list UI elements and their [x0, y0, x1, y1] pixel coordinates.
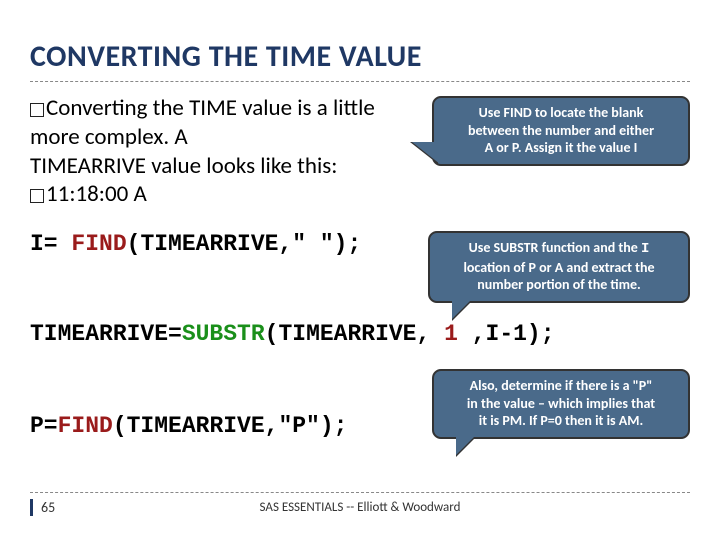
code-row-3: P=FIND(TIMEARRIVE,"P"); Also, determine … [30, 355, 690, 439]
code2-seg-c: (TIMEARRIVE, [265, 321, 444, 347]
callout2-line1b: I [641, 241, 649, 257]
callout-substr: Use SUBSTR function and the I location o… [428, 231, 690, 303]
slide-title: CONVERTING THE TIME VALUE [30, 38, 690, 75]
code3-seg-b: FIND [58, 413, 113, 439]
footer-divider [30, 492, 690, 493]
footer-credit: SAS ESSENTIALS -- Elliott & Woodward [190, 500, 530, 515]
callout2-line1a: Use SUBSTR function and the [469, 239, 641, 256]
code3-seg-a: P= [30, 413, 58, 439]
code1-seg-b: FIND [71, 231, 126, 257]
callout1-line3: A or P. Assign it the value I [485, 139, 638, 156]
intro-line1b: TIMEARRIVE value looks like this: [30, 152, 337, 180]
callout-find-p: Also, determine if there is a "P" in the… [432, 369, 690, 439]
code-row-1: I= FIND(TIMEARRIVE," "); Use SUBSTR func… [30, 231, 690, 303]
callout-tail-icon [456, 435, 476, 455]
code1-seg-a: I= [30, 231, 71, 257]
bullet-icon [30, 103, 44, 117]
footer: 65 SAS ESSENTIALS -- Elliott & Woodward [30, 492, 690, 516]
code2-seg-a: TIMEARRIVE= [30, 321, 182, 347]
intro-line2: 11:18:00 A [46, 180, 147, 208]
page-number: 65 [30, 499, 190, 516]
callout-find-blank: Use FIND to locate the blank between the… [432, 96, 690, 166]
callout1-line2: between the number and either [468, 122, 654, 139]
callout3-line2: in the value – which implies that [467, 395, 655, 412]
code3-seg-c: (TIMEARRIVE,"P"); [113, 413, 348, 439]
code2-seg-b: SUBSTR [182, 321, 265, 347]
code2-seg-d: 1 [444, 321, 458, 347]
intro-paragraph-row: Converting the TIME value is a little mo… [30, 94, 690, 209]
callout1-line1: Use FIND to locate the blank [479, 104, 644, 121]
intro-line1a: Converting the TIME value is a little mo… [30, 94, 375, 151]
code1-seg-c: (TIMEARRIVE," "); [127, 231, 362, 257]
callout2-line3: number portion of the time. [477, 276, 641, 293]
intro-paragraph: Converting the TIME value is a little mo… [30, 94, 424, 209]
callout2-line2: location of P or A and extract the [463, 259, 654, 276]
footer-row: 65 SAS ESSENTIALS -- Elliott & Woodward [30, 499, 690, 516]
code-line-2: TIMEARRIVE=SUBSTR(TIMEARRIVE, 1 ,I-1); [30, 321, 690, 347]
callout-tail-icon [452, 299, 472, 319]
code2-seg-e: ,I-1); [458, 321, 555, 347]
callout3-line3: it is PM. If P=0 then it is AM. [479, 412, 643, 429]
code-line-1: I= FIND(TIMEARRIVE," "); [30, 231, 418, 257]
callout3-line1: Also, determine if there is a "P" [470, 377, 653, 394]
callout-tail-icon [412, 142, 440, 164]
title-divider [30, 81, 690, 82]
bullet-icon [30, 189, 44, 203]
code-line-3: P=FIND(TIMEARRIVE,"P"); [30, 355, 418, 439]
